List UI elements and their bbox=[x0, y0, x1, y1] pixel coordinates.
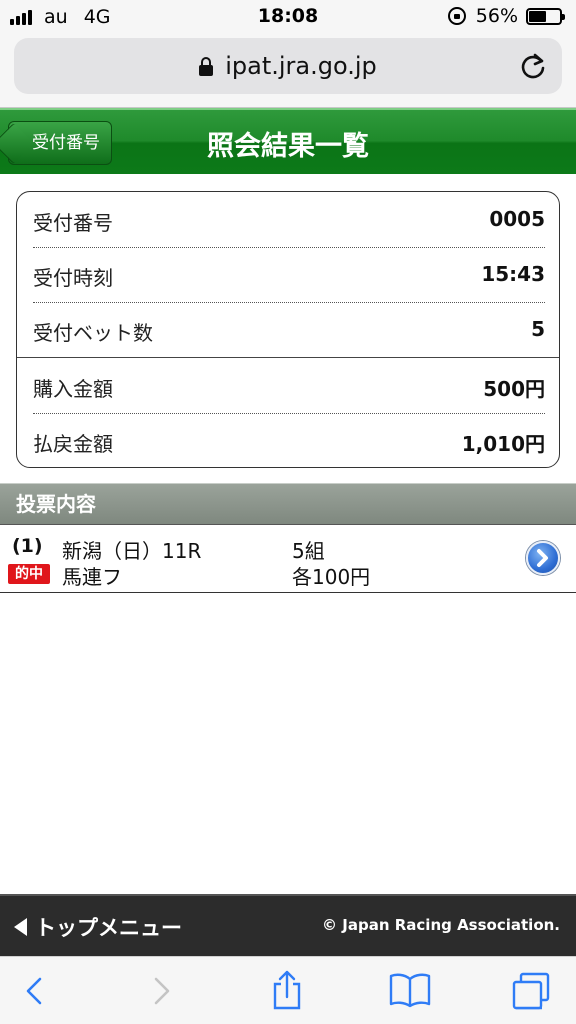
forward-arrow-icon[interactable] bbox=[150, 973, 174, 1009]
reload-icon[interactable] bbox=[520, 52, 548, 80]
receipt-value: 500円 bbox=[483, 377, 545, 401]
chevron-right-icon bbox=[537, 549, 548, 567]
page-header: 受付番号 照会結果一覧 bbox=[0, 108, 576, 174]
receipt-label: 受付番号 bbox=[33, 211, 113, 235]
page-title: 照会結果一覧 bbox=[207, 131, 369, 162]
receipt-label: 受付時刻 bbox=[33, 266, 113, 290]
bet-amount: 各100円 bbox=[292, 565, 371, 589]
browser-address-area: ipat.jra.go.jp bbox=[0, 34, 576, 108]
bet-list-item[interactable]: (1) 新潟（日）11R 5組 的中 馬連フ 各100円 bbox=[0, 525, 576, 593]
receipt-row-purchase: 購入金額 500円 bbox=[33, 358, 545, 413]
triangle-left-icon bbox=[14, 918, 27, 936]
receipt-value: 5 bbox=[531, 317, 545, 341]
receipt-value: 0005 bbox=[489, 207, 545, 231]
bet-type: 馬連フ bbox=[62, 565, 122, 589]
receipt-row-payout: 払戻金額 1,010円 bbox=[33, 413, 545, 468]
bet-venue-race: 新潟（日）11R bbox=[62, 539, 202, 563]
battery-icon bbox=[526, 7, 565, 25]
copyright: © Japan Racing Association. bbox=[322, 916, 560, 934]
share-icon[interactable] bbox=[270, 969, 304, 1011]
address-bar[interactable]: ipat.jra.go.jp bbox=[14, 38, 562, 94]
receipt-row-bet-count: 受付ベット数 5 bbox=[33, 302, 545, 357]
receipt-row-time: 受付時刻 15:43 bbox=[33, 247, 545, 302]
top-menu-link[interactable]: トップメニュー bbox=[14, 912, 182, 942]
footer-bar: トップメニュー © Japan Racing Association. bbox=[0, 894, 576, 956]
bookmarks-icon[interactable] bbox=[388, 971, 432, 1009]
receipt-label: 購入金額 bbox=[33, 377, 113, 401]
address-text-wrap: ipat.jra.go.jp bbox=[14, 52, 562, 80]
receipt-summary: 受付番号 0005 受付時刻 15:43 受付ベット数 5 購入金額 500円 … bbox=[16, 191, 560, 468]
battery-fill bbox=[529, 10, 546, 22]
back-arrow-icon[interactable] bbox=[22, 973, 46, 1009]
top-menu-label: トップメニュー bbox=[35, 916, 182, 940]
receipt-value: 1,010円 bbox=[461, 432, 545, 456]
hit-badge: 的中 bbox=[8, 564, 50, 584]
receipt-row-number: 受付番号 0005 bbox=[33, 192, 545, 247]
url-text: ipat.jra.go.jp bbox=[225, 52, 377, 80]
section-header: 投票内容 bbox=[0, 483, 576, 525]
battery-percent: 56% bbox=[475, 5, 518, 27]
detail-button[interactable] bbox=[526, 541, 560, 575]
receipt-label: 受付ベット数 bbox=[33, 321, 153, 345]
receipt-label: 払戻金額 bbox=[33, 432, 113, 456]
status-bar: au 4G 18:08 56% bbox=[0, 0, 576, 34]
lock-icon bbox=[199, 57, 214, 76]
rotation-lock-icon bbox=[447, 7, 466, 25]
browser-toolbar bbox=[0, 956, 576, 1024]
bet-combinations: 5組 bbox=[292, 539, 325, 563]
tabs-icon[interactable] bbox=[510, 971, 552, 1011]
receipt-value: 15:43 bbox=[481, 262, 545, 286]
page: au 4G 18:08 56% ipat.jra.go.jp 受付番号 照会結果… bbox=[0, 0, 576, 1024]
status-right: 56% bbox=[447, 5, 565, 27]
bet-number: (1) bbox=[12, 535, 43, 557]
